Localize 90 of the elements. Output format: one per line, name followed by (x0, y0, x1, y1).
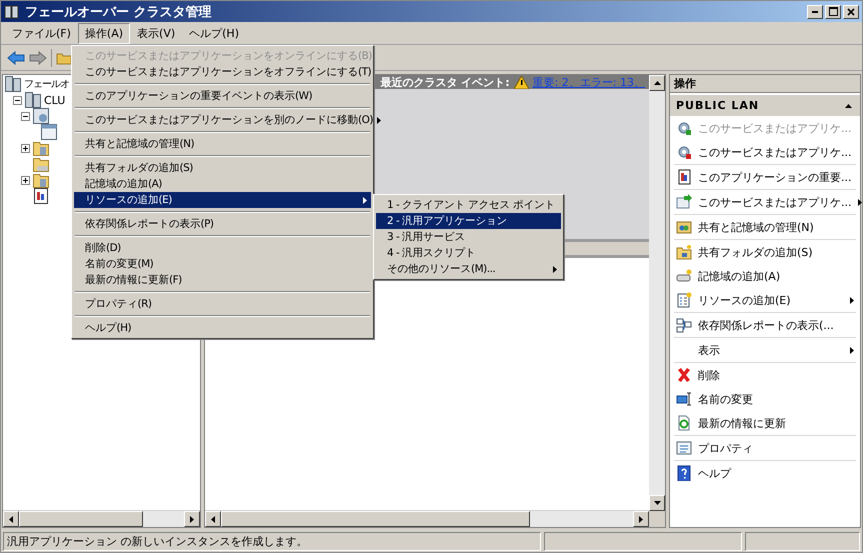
action-icon (676, 440, 692, 456)
report-icon (33, 188, 49, 204)
window-title: フェールオーバー クラスタ管理 (25, 4, 213, 20)
scroll-right-icon[interactable] (639, 516, 643, 522)
menu-item[interactable]: 操作(A) (78, 22, 130, 44)
collapse-icon[interactable] (13, 96, 22, 104)
menu-entry[interactable]: このアプリケーションの重要イベントの表示(W) (74, 88, 371, 104)
menu-entry[interactable]: 共有フォルダの追加(S) (74, 160, 371, 176)
vertical-scrollbar[interactable] (649, 75, 665, 527)
action-item[interactable]: 記憶域の追加(A) (674, 264, 856, 288)
close-button[interactable] (843, 4, 859, 18)
action-icon (676, 194, 692, 210)
scroll-right-icon[interactable] (190, 516, 194, 522)
section-title: PUBLIC LAN (676, 99, 760, 112)
back-arrow-icon[interactable] (7, 50, 25, 64)
action-item[interactable]: リソースの追加(E) (674, 288, 856, 312)
tree-item[interactable]: CLU (44, 94, 66, 106)
menu-entry[interactable]: このサービスまたはアプリケーションをオフラインにする(T) (74, 64, 371, 80)
menu-entry[interactable]: 2 - 汎用アプリケーション (376, 213, 561, 229)
menu-entry[interactable]: 共有と記憶域の管理(N) (74, 136, 371, 152)
menu-entry[interactable]: プロパティ(R) (74, 296, 371, 312)
action-icon (676, 292, 692, 308)
menu-entry[interactable]: 3 - 汎用サービス (376, 229, 561, 245)
action-item[interactable]: このサービスまたはアプリケ... (674, 140, 856, 164)
cluster-icon (5, 76, 21, 92)
cluster-icon (4, 4, 20, 20)
warning-icon (514, 76, 529, 88)
action-icon (676, 219, 692, 235)
scroll-corner (649, 511, 665, 527)
action-item[interactable]: 最新の情報に更新 (674, 411, 856, 435)
maximize-button[interactable] (825, 4, 841, 18)
menu-entry[interactable]: リソースの追加(E) (74, 192, 371, 208)
menu-entry[interactable]: このサービスまたはアプリケーションを別のノードに移動(O) (74, 112, 371, 128)
action-icon (676, 317, 692, 333)
action-icon (676, 169, 692, 185)
collapse-icon[interactable] (21, 112, 30, 120)
menu-entry[interactable]: その他のリソース(M)... (376, 261, 561, 277)
action-item[interactable]: ヘルプ (674, 461, 856, 485)
window-icon (41, 124, 57, 140)
action-icon (676, 268, 692, 284)
scroll-left-icon[interactable] (9, 516, 13, 522)
folder-icon (33, 140, 49, 156)
services-icon (33, 108, 49, 124)
expand-icon[interactable] (21, 144, 30, 152)
action-icon (676, 120, 692, 136)
action-item[interactable]: 共有と記憶域の管理(N) (674, 215, 856, 239)
folder-icon (33, 156, 49, 172)
action-item[interactable]: 名前の変更 (674, 387, 856, 411)
menu-entry[interactable]: 名前の変更(M) (74, 256, 371, 272)
close-icon (847, 8, 855, 16)
folder-icon (33, 172, 49, 188)
action-icon (676, 244, 692, 260)
action-item[interactable]: このアプリケーションの重要... (674, 165, 856, 189)
menu-item[interactable]: ヘルプ(H) (182, 22, 246, 44)
collapse-icon[interactable] (845, 104, 852, 108)
action-icon (676, 367, 692, 383)
action-icon (676, 144, 692, 160)
menu-entry[interactable]: 記憶域の追加(A) (74, 176, 371, 192)
menu-entry[interactable]: ヘルプ(H) (74, 320, 371, 336)
forward-arrow-icon[interactable] (29, 50, 47, 64)
menu-entry[interactable]: 1 - クライアント アクセス ポイント (376, 197, 561, 213)
expand-icon[interactable] (21, 176, 30, 184)
actions-title: 操作 (670, 75, 860, 93)
minimize-button[interactable] (807, 4, 823, 18)
action-item[interactable]: 共有フォルダの追加(S) (674, 240, 856, 264)
scroll-up-icon[interactable] (654, 81, 660, 85)
maximize-icon (828, 7, 838, 16)
action-icon (676, 391, 692, 407)
menu-entry[interactable]: 最新の情報に更新(F) (74, 272, 371, 288)
horizontal-scrollbar[interactable] (3, 510, 200, 527)
events-label: 最近のクラスタ イベント: (380, 75, 510, 89)
menu-item[interactable]: 表示(V) (130, 22, 182, 44)
menu-entry[interactable]: 削除(D) (74, 240, 371, 256)
action-icon (676, 415, 692, 431)
action-item[interactable]: プロパティ (674, 436, 856, 460)
cluster-icon (25, 92, 41, 108)
action-item[interactable]: 削除 (674, 363, 856, 387)
menu-entry[interactable]: 4 - 汎用スクリプト (376, 245, 561, 261)
status-text: 汎用アプリケーション の新しいインスタンスを作成します。 (3, 532, 541, 551)
action-item[interactable]: 依存関係レポートの表示(... (674, 313, 856, 337)
minimize-icon (812, 10, 818, 12)
scroll-down-icon[interactable] (654, 501, 660, 505)
horizontal-scrollbar[interactable] (205, 510, 649, 527)
menu-entry[interactable]: 依存関係レポートの表示(P) (74, 216, 371, 232)
action-item[interactable]: このサービスまたはアプリケ... (674, 190, 856, 214)
tree-item[interactable]: フェールオ (24, 77, 69, 91)
menu-item[interactable]: ファイル(F) (5, 22, 78, 44)
scroll-left-icon[interactable] (211, 516, 215, 522)
action-icon (676, 465, 692, 481)
action-item[interactable]: 表示 (674, 338, 856, 362)
